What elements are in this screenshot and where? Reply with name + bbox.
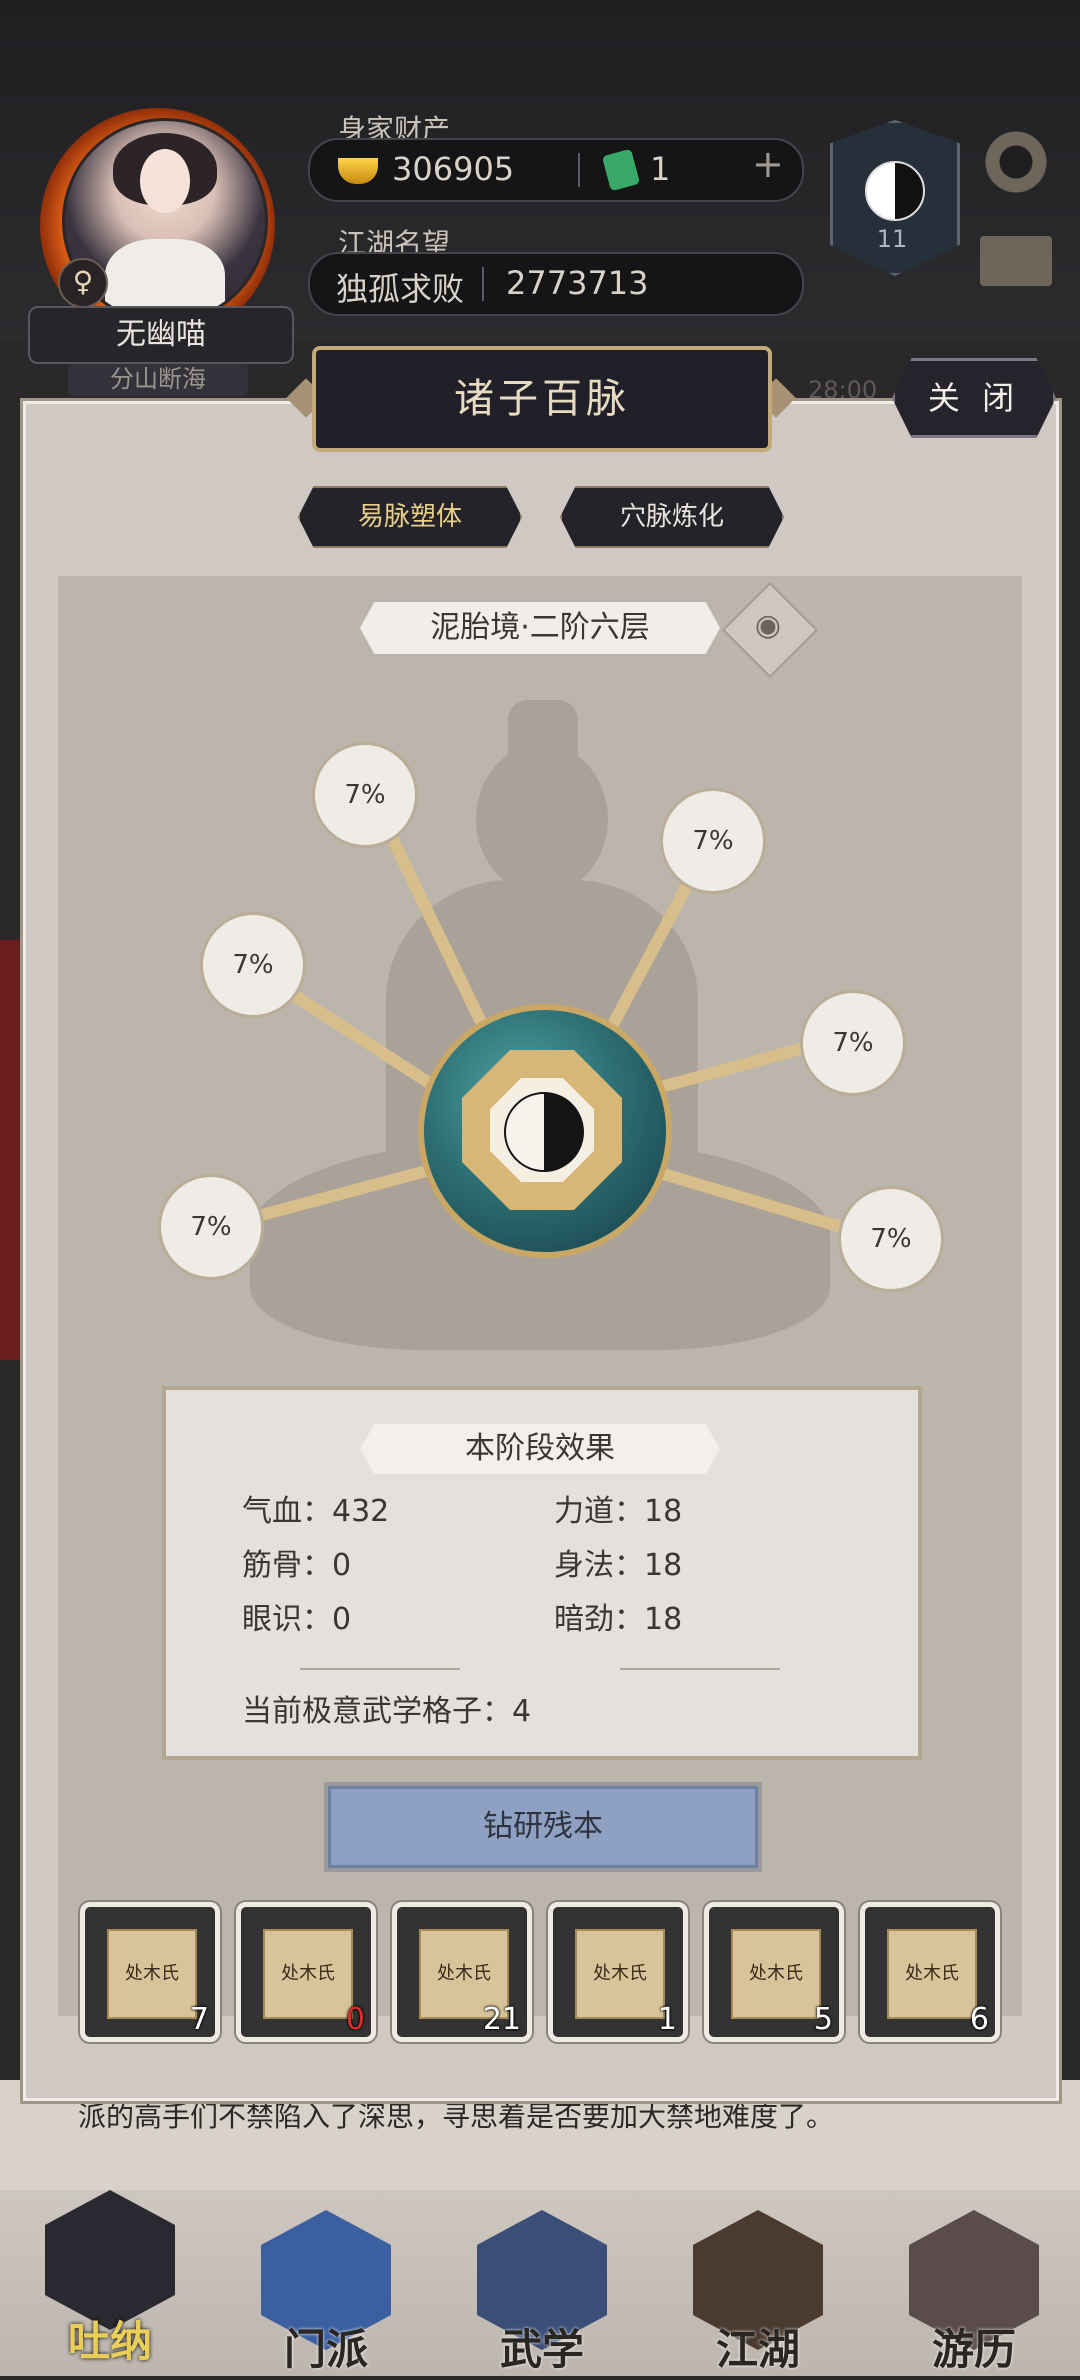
scroll-title: 处木氏 [437,1963,491,1984]
effects-divider-right [620,1668,780,1670]
martial-grid-count: 当前极意武学格子：4 [242,1686,531,1730]
scroll-title: 处木氏 [593,1963,647,1984]
stat-label: 筋骨： [242,1548,332,1583]
meridian-line-4 [604,874,696,1036]
nav-label: 门派 [283,2325,368,2374]
eye-icon: ◉ [754,608,782,643]
stat-hidden-force: 暗劲：18 [554,1594,682,1638]
stat-label: 身法： [554,1548,644,1583]
item-count: 7 [189,2002,209,2037]
scroll-icon: 处木氏 [263,1929,353,2019]
meridian-point-6[interactable]: 7% [838,1186,944,1292]
grid-value: 4 [512,1694,532,1729]
meridian-line-5 [644,1042,810,1096]
study-fragments-button[interactable]: 钻研残本 [324,1782,762,1872]
stat-value: 18 [644,1494,683,1529]
scroll-title: 处木氏 [749,1963,803,1984]
meridian-point-4[interactable]: 7% [660,788,766,894]
stat-hp: 气血：432 [242,1486,389,1530]
nav-jianghu[interactable]: 江湖 [688,2210,828,2380]
scroll-item-2[interactable]: 处木氏 0 [236,1902,376,2042]
stat-value: 432 [332,1494,390,1529]
scroll-title: 处木氏 [125,1963,179,1984]
effects-title: 本阶段效果 [360,1424,720,1474]
item-count: 5 [813,2002,833,2037]
scroll-title: 处木氏 [281,1963,335,1984]
nav-label: 武学 [499,2325,584,2374]
stat-strength: 力道：18 [554,1486,682,1530]
item-count: 21 [482,2002,521,2037]
scroll-item-4[interactable]: 处木氏 1 [548,1902,688,2042]
nav-sect[interactable]: 门派 [256,2210,396,2380]
meridian-line-6 [644,1164,844,1232]
scroll-icon: 处木氏 [887,1929,977,2019]
meridian-point-2[interactable]: 7% [200,912,306,1018]
stat-bone: 筋骨：0 [242,1540,351,1584]
item-count: 6 [969,2002,989,2037]
meridian-line-1 [386,832,486,1026]
scroll-item-5[interactable]: 处木氏 5 [704,1902,844,2042]
yin-yang-icon [504,1092,584,1172]
stat-label: 力道： [554,1494,644,1529]
scroll-item-3[interactable]: 处木氏 21 [392,1902,532,2042]
meridian-line-2 [286,988,446,1096]
meridian-point-5[interactable]: 7% [800,990,906,1096]
nav-label: 游历 [931,2325,1016,2374]
stat-label: 气血： [242,1494,332,1529]
stat-value: 0 [332,1548,352,1583]
stat-agility: 身法：18 [554,1540,682,1584]
meridian-line-3 [252,1164,436,1222]
stat-insight: 眼识：0 [242,1594,351,1638]
nav-label: 江湖 [715,2325,800,2374]
nav-travel[interactable]: 游历 [904,2210,1044,2380]
stat-value: 0 [332,1602,352,1637]
grid-label: 当前极意武学格子： [242,1694,512,1729]
nav-martial-arts[interactable]: 武学 [472,2210,612,2380]
stat-value: 18 [644,1602,683,1637]
meridian-point-1[interactable]: 7% [312,742,418,848]
scroll-item-6[interactable]: 处木氏 6 [860,1902,1000,2042]
scroll-icon: 处木氏 [107,1929,197,2019]
scroll-icon: 处木氏 [731,1929,821,2019]
item-count: 1 [657,2002,677,2037]
stage-label: 泥胎境·二阶六层 [360,602,720,654]
scroll-icon: 处木氏 [575,1929,665,2019]
effects-divider-left [300,1668,460,1670]
scroll-item-1[interactable]: 处木氏 7 [80,1902,220,2042]
stat-value: 18 [644,1548,683,1583]
item-count: 0 [345,2002,365,2037]
meridian-point-3[interactable]: 7% [158,1174,264,1280]
nav-label: 吐纳 [67,2317,152,2366]
scroll-title: 处木氏 [905,1963,959,1984]
stat-label: 暗劲： [554,1602,644,1637]
nav-breathing[interactable]: 吐纳 [40,2190,180,2366]
stat-label: 眼识： [242,1602,332,1637]
